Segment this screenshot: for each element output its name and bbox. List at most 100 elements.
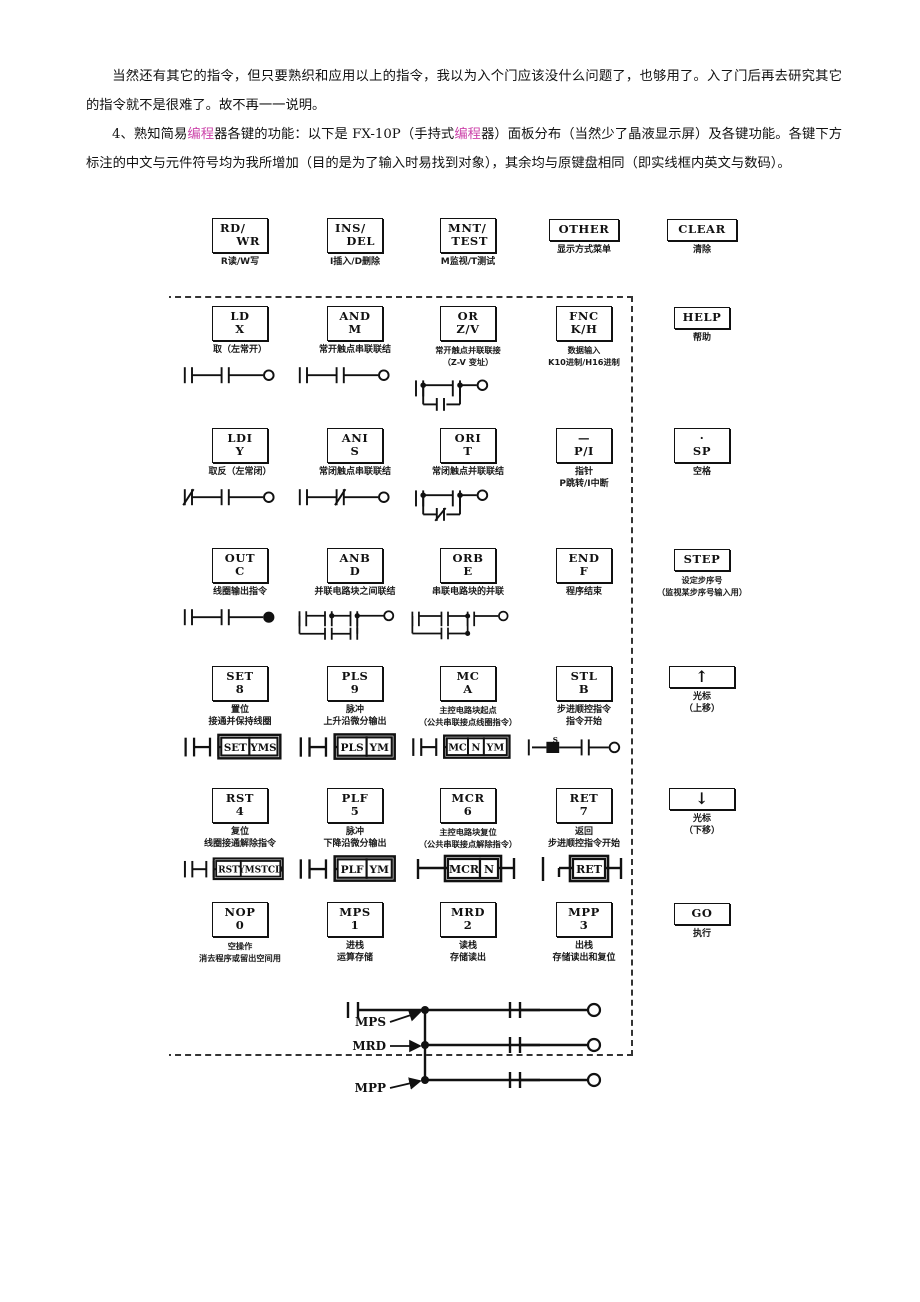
key-ins-del-annotation: I插入/D删除 [295,256,415,268]
key-fnc-kh[interactable]: FNC K/H [556,306,612,341]
key-cursor-down-line1: ↓ [694,789,709,808]
key-p-i-annotation: 指针 P跳转/I中断 [524,466,644,490]
key-ret-7-annotation-line-1: 返回 [574,827,593,837]
keypad-grid: RD/WR R读/W写 INS/DEL I插入/D删除 MNT/TEST M监视/T测试 O… [150,218,770,1078]
key-pls-9[interactable]: PLS 9 [327,666,383,701]
key-ld-x-ladder-symbol [180,359,300,393]
key-sp-annotation: 空格 [642,466,762,478]
key-mnt-test-annotation-line-1: M监视/T测试 [440,257,496,267]
keypad-cell-and-m: AND M 常开触点串联联结 [295,306,415,393]
key-ldi-y[interactable]: LDI Y [212,428,268,463]
keypad-cell-mcr-6: MCR 6 主控电路块复位 （公共串联接点解除指令） MCR N [408,788,528,887]
key-mrd-2-annotation-line-1: 读栈 [458,941,477,951]
key-stl-b-annotation-line-1: 步进顺控指令 [556,705,611,715]
keypad-cell-or-zv: OR Z/V 常开触点并联联接 （Z-V 变址） [408,306,528,411]
key-pls-9-annotation-line-2: 上升沿微分输出 [323,717,387,727]
paragraph-1-text: 当然还有其它的指令，但只要熟织和应用以上的指令，我以为入个门应该没什么问题了，也… [86,69,842,113]
key-ret-7-annotation-line-2: 步进顺控指令开始 [547,839,620,849]
fx10p-keypad-figure: RD/WR R读/W写 INS/DEL I插入/D删除 MNT/TEST M监视/T测试 O… [150,218,770,1095]
key-mpp-3-annotation-line-1: 出栈 [574,941,593,951]
highlighted-term-1: 编程 [187,127,215,142]
key-p-i[interactable]: — P/I [556,428,612,463]
key-fnc-kh-annotation-line-1: 数据输入 [567,345,601,355]
key-or-zv[interactable]: OR Z/V [440,306,496,341]
key-ori-t[interactable]: ORI T [440,428,496,463]
key-sp[interactable]: · SP [674,428,730,463]
key-ani-s-annotation-line-1: 常闭触点串联联结 [318,467,391,477]
key-rst-4[interactable]: RST 4 [212,788,268,823]
key-and-m[interactable]: AND M [327,306,383,341]
key-ins-del[interactable]: INS/DEL [327,218,383,253]
key-or-zv-annotation: 常开触点并联联接 （Z-V 变址） [408,344,528,368]
key-ani-s[interactable]: ANI S [327,428,383,463]
key-end-f-annotation-line-1: 程序结束 [565,587,602,597]
key-ani-s-line2: S [350,444,360,458]
keypad-cell-sp: · SP 空格 [642,428,762,478]
keypad-cell-mrd-2: MRD 2 读栈 存储读出 [408,902,528,964]
key-stl-b-annotation-line-2: 指令开始 [565,717,602,727]
key-clear[interactable]: CLEAR [667,219,737,241]
key-go-annotation: 执行 [642,928,762,940]
key-orb-e[interactable]: ORB E [440,548,496,583]
key-set-8-annotation-line-1: 置位 [230,705,249,715]
svg-text:MCR: MCR [449,863,480,876]
key-mcr-6-annotation: 主控电路块复位 （公共串联接点解除指令） [408,826,528,850]
key-ret-7[interactable]: RET 7 [556,788,612,823]
key-mpp-3[interactable]: MPP 3 [556,902,612,937]
key-step-annotation-line-2: （监视某步序号输入用） [656,587,748,597]
key-mcr-6-annotation-line-1: 主控电路块复位 [439,827,497,837]
key-rd-wr[interactable]: RD/WR [212,218,268,253]
key-mps-1-line2: 1 [350,918,360,932]
svg-text:N: N [484,863,494,876]
stack-label-mpp: MPP [355,1081,386,1095]
keypad-cell-other: OTHER 显示方式菜单 [524,218,644,256]
key-end-f[interactable]: END F [556,548,612,583]
key-ld-x[interactable]: LD X [212,306,268,341]
key-ld-x-line2: X [235,322,245,336]
keypad-cell-clear: CLEAR 清除 [642,218,762,256]
svg-text:MC: MC [448,743,467,754]
key-pls-9-ladder-symbol: PLS YM [295,731,415,765]
key-mps-1-annotation-line-2: 运算存储 [336,953,373,963]
key-step-annotation-line-1: 设定步序号 [681,575,723,585]
key-mc-a[interactable]: MC A [440,666,496,701]
svg-text:YM: YM [369,863,390,876]
key-set-8-line2: 8 [235,682,245,696]
keypad-cell-step: STEP 设定步序号 （监视某步序号输入用） [642,548,762,598]
key-cursor-down-annotation-line-1: 光标 [692,814,711,824]
key-mps-1-annotation: 进栈 运算存储 [295,940,415,964]
key-cursor-down[interactable]: ↓ [669,788,735,810]
key-other[interactable]: OTHER [549,219,619,241]
key-set-8[interactable]: SET 8 [212,666,268,701]
key-cursor-up[interactable]: ↑ [669,666,735,688]
key-cursor-up-line1: ↑ [694,667,709,686]
key-or-zv-ladder-symbol [408,371,528,411]
key-nop-0[interactable]: NOP 0 [212,902,268,937]
key-stl-b[interactable]: STL B [556,666,612,701]
prose-block: 当然还有其它的指令，但只要熟织和应用以上的指令，我以为入个门应该没什么问题了，也… [86,62,842,178]
key-step[interactable]: STEP [674,549,730,571]
keypad-cell-cursor-down: ↓ 光标 （下移） [642,788,762,837]
key-ldi-y-annotation: 取反（左常闭） [180,466,300,478]
key-mrd-2[interactable]: MRD 2 [440,902,496,937]
key-mrd-2-annotation: 读栈 存储读出 [408,940,528,964]
key-out-c[interactable]: OUT C [212,548,268,583]
keypad-cell-plf-5: PLF 5 脉冲 下降沿微分输出 PLF YM [295,788,415,887]
key-p-i-annotation-line-1: 指针 [574,467,593,477]
key-go-annotation-line-1: 执行 [692,929,711,939]
key-end-f-annotation: 程序结束 [524,586,644,598]
paragraph-1: 当然还有其它的指令，但只要熟织和应用以上的指令，我以为入个门应该没什么问题了，也… [86,62,842,120]
key-mps-1[interactable]: MPS 1 [327,902,383,937]
key-fnc-kh-annotation-line-2: K10进制/H16进制 [548,357,620,367]
key-orb-e-annotation-line-1: 串联电路块的并联 [431,587,504,597]
key-ldi-y-line2: Y [235,444,245,458]
key-anb-d[interactable]: ANB D [327,548,383,583]
key-go[interactable]: GO [674,903,730,925]
key-mcr-6[interactable]: MCR 6 [440,788,496,823]
key-cursor-up-annotation: 光标 （上移） [642,691,762,715]
keypad-cell-p-i: — P/I 指针 P跳转/I中断 [524,428,644,490]
key-mnt-test[interactable]: MNT/TEST [440,218,496,253]
keypad-cell-end-f: END F 程序结束 [524,548,644,598]
key-plf-5[interactable]: PLF 5 [327,788,383,823]
key-help[interactable]: HELP [674,307,730,329]
